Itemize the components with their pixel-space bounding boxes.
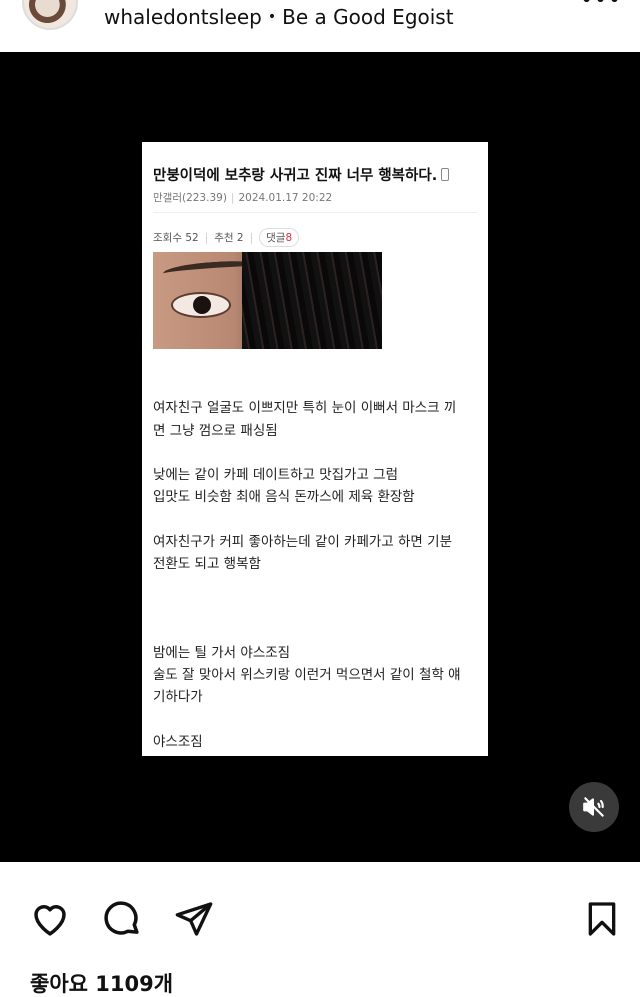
like-count[interactable]: 좋아요 1109개	[30, 968, 173, 997]
avatar[interactable]	[22, 0, 78, 30]
divider	[153, 212, 477, 213]
post-date: 2024.01.17 20:22	[238, 192, 333, 204]
body-line: 낮에는 같이 카페 데이트하고 맛집가고 그럼	[153, 467, 399, 483]
body-line: 야스조짐	[153, 734, 203, 750]
view-count: 조회수 52	[153, 232, 199, 244]
action-bar	[0, 862, 640, 962]
body-line: 밤에는 틸 가서 야스조짐	[153, 645, 291, 661]
post-title: 만붕이덕에 보추랑 사귀고 진짜 너무 행복하다.	[153, 164, 450, 185]
audio-title[interactable]: Be a Good Egoist	[282, 5, 453, 29]
recommend-count: 추천 2	[214, 232, 244, 244]
body-line: 기하다가	[153, 689, 203, 705]
speaker-muted-icon	[583, 797, 604, 817]
username[interactable]: whaledontsleep	[104, 5, 262, 29]
post-author: 만갤러(223.39)	[153, 192, 227, 204]
body-line: 면 그냥 껌으로 패싱됨	[153, 423, 278, 439]
screenshot-card: 만붕이덕에 보추랑 사귀고 진짜 너무 행복하다. 만갤러(223.39) | 20…	[142, 142, 488, 756]
post-header: whaledontsleep • Be a Good Egoist •••	[0, 0, 640, 52]
header-text: whaledontsleep • Be a Good Egoist	[104, 5, 454, 29]
more-icon[interactable]: •••	[580, 0, 622, 13]
save-button[interactable]	[580, 897, 624, 941]
body-line: 여자친구가 커피 좋아하는데 같이 카페가고 하면 기분	[153, 534, 452, 550]
mobile-icon	[441, 168, 450, 181]
comment-badge: 댓글8	[259, 228, 300, 247]
body-line: 술도 잘 맞아서 위스키랑 이런거 먹으면서 같이 철학 얘	[153, 667, 461, 683]
share-button[interactable]	[172, 897, 216, 941]
comment-icon	[104, 901, 139, 935]
comment-button[interactable]	[100, 897, 144, 941]
heart-icon	[34, 905, 66, 936]
send-icon	[175, 902, 213, 936]
like-button[interactable]	[28, 897, 72, 941]
post-stats: 조회수 52 | 추천 2 | 댓글8	[153, 228, 300, 247]
eye-photo	[153, 252, 382, 349]
body-line: 입맛도 비슷함 최애 음식 돈까스에 제육 환장함	[153, 489, 415, 505]
mute-button[interactable]	[569, 782, 619, 832]
body-line: 전환도 되고 행복함	[153, 556, 261, 572]
comment-count: 8	[285, 232, 293, 244]
separator: •	[267, 9, 277, 25]
bookmark-icon	[588, 902, 616, 936]
video-player[interactable]: 만붕이덕에 보추랑 사귀고 진짜 너무 행복하다. 만갤러(223.39) | 20…	[0, 52, 640, 862]
post-meta: 만갤러(223.39) | 2024.01.17 20:22	[153, 192, 333, 204]
body-line: 여자친구 얼굴도 이쁘지만 특히 눈이 이뻐서 마스크 끼	[153, 400, 457, 416]
